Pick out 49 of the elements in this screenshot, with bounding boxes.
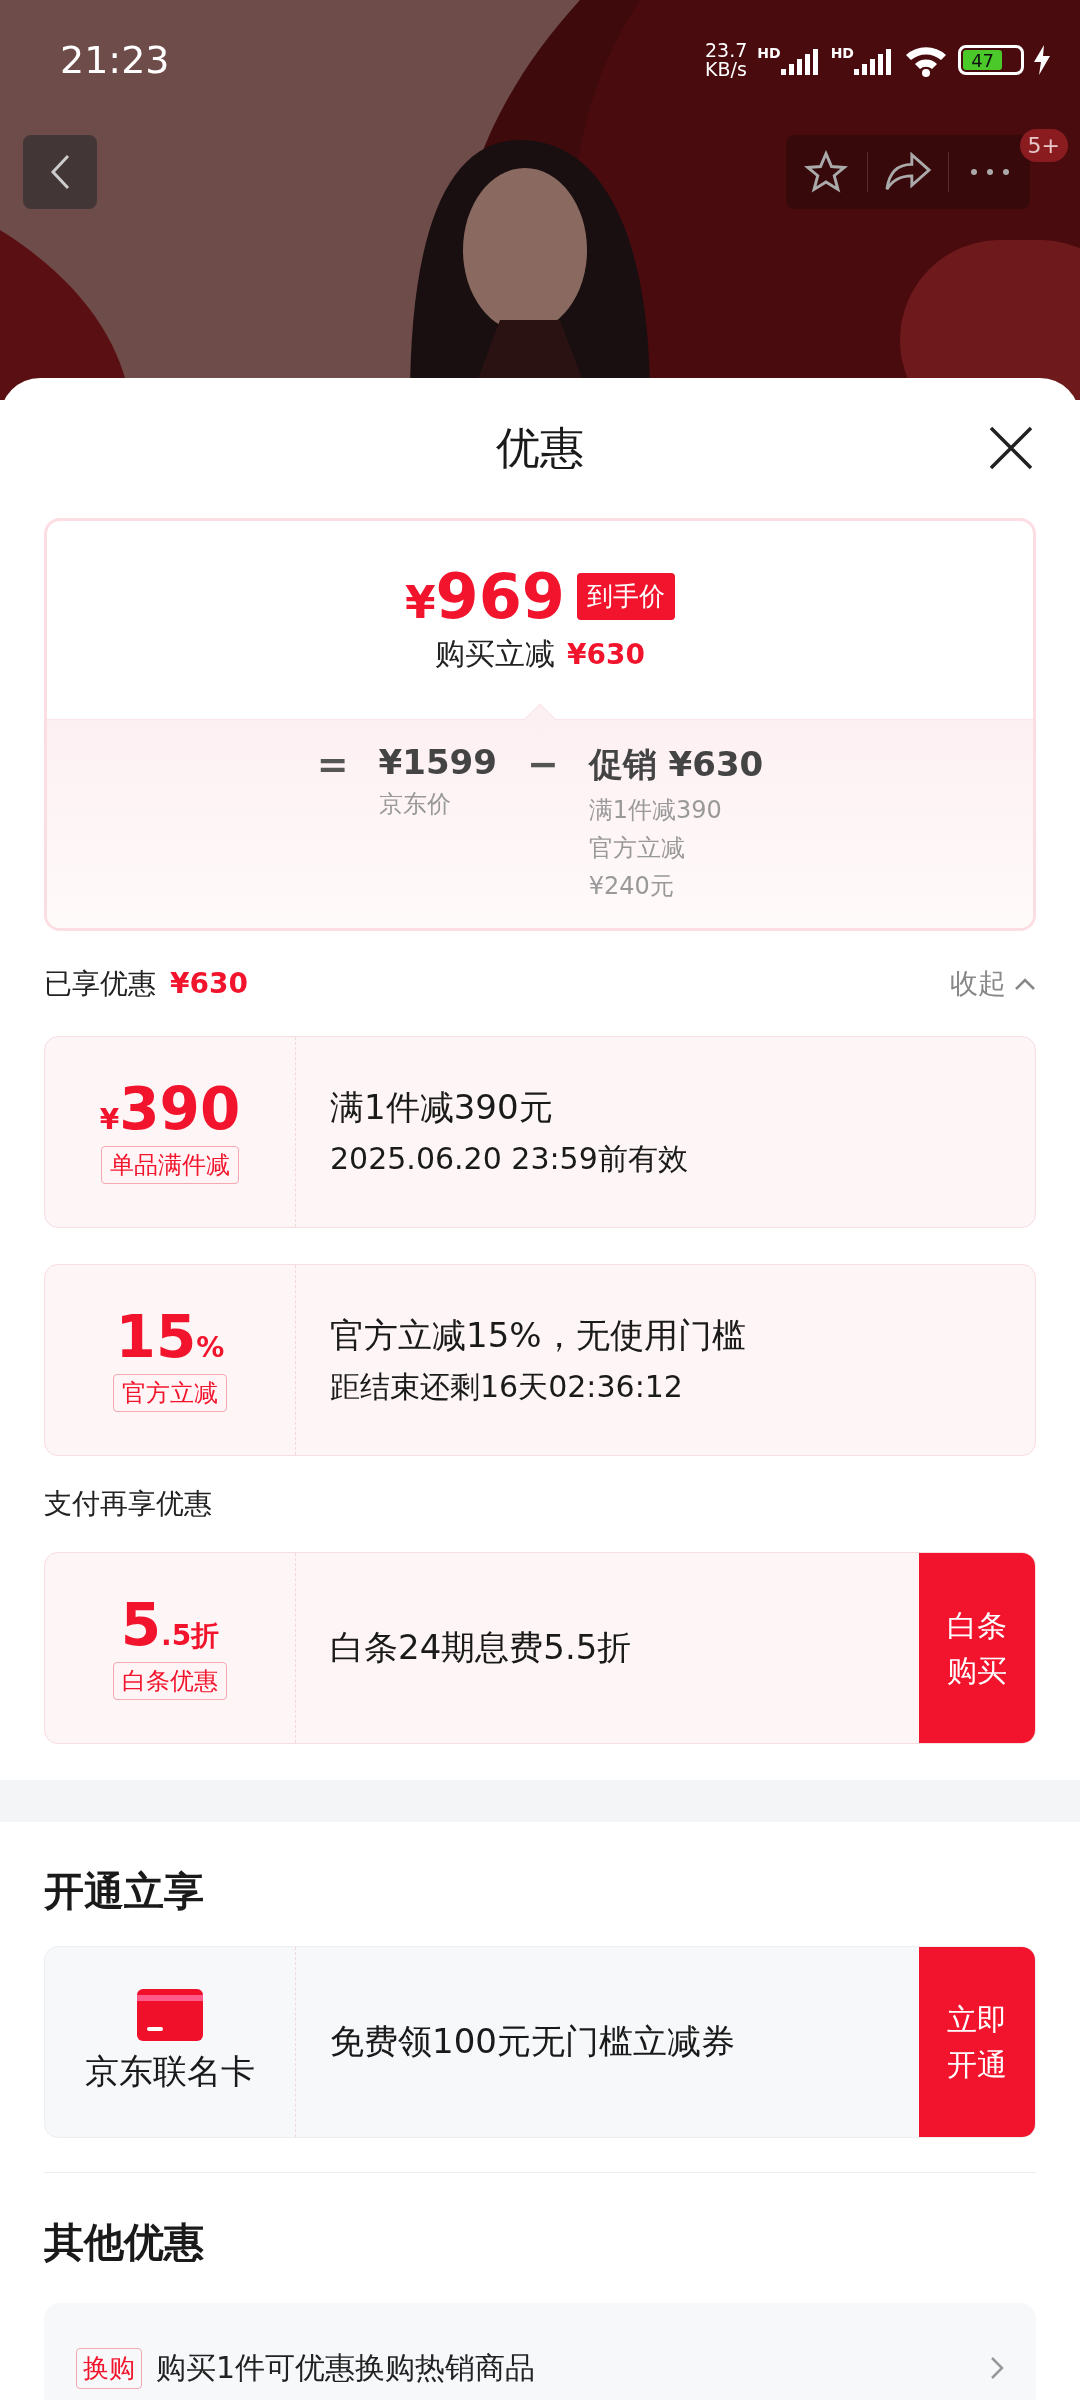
- enjoyed-label: 已享优惠: [44, 965, 156, 1002]
- minus-sign: −: [526, 742, 559, 788]
- section-heading: 其他优惠: [44, 2217, 204, 2267]
- final-price: ¥969: [404, 565, 565, 628]
- discount-amount: 15%: [115, 1308, 225, 1366]
- more-icon: [969, 168, 1010, 176]
- coupon-title: 白条24期息费5.5折: [330, 1626, 633, 1669]
- credit-card-icon: [137, 1989, 203, 2041]
- offer-text: 购买1件可优惠换购热销商品: [156, 2348, 537, 2387]
- coupon-type-tag: 官方立减: [113, 1374, 227, 1412]
- action-button[interactable]: 白条 购买: [919, 1553, 1035, 1743]
- offer-tag: 换购: [76, 2347, 142, 2389]
- card-name: 京东联名卡: [85, 2050, 255, 2093]
- action-button[interactable]: 立即 开通: [919, 1947, 1035, 2137]
- promo-detail: ¥240元: [588, 871, 675, 902]
- hd-label: HD: [830, 45, 854, 61]
- coupon-validity: 2025.06.20 23:59前有效: [330, 1139, 689, 1178]
- base-price: ¥1599: [378, 742, 497, 782]
- network-speed: 23.7 KB/s: [705, 41, 748, 79]
- discount-amount: ¥390: [99, 1080, 241, 1138]
- promo-detail: 满1件减390: [588, 795, 723, 826]
- coupon-type-tag: 白条优惠: [113, 1662, 227, 1700]
- offer-row[interactable]: 换购 购买1件可优惠换购热销商品: [44, 2303, 1036, 2400]
- collapse-toggle[interactable]: 收起: [950, 964, 1036, 1003]
- promo-total: 促销 ¥630: [588, 743, 764, 786]
- base-price-label: 京东价: [378, 789, 452, 820]
- share-icon: [885, 152, 931, 192]
- hd-label: HD: [757, 45, 781, 61]
- back-button[interactable]: [23, 135, 97, 209]
- discount-amount: 5.5折: [120, 1596, 220, 1654]
- chevron-right-icon: [990, 2356, 1004, 2380]
- coupon-title: 满1件减390元: [330, 1085, 554, 1129]
- promo-detail: 官方立减: [588, 833, 686, 864]
- equals-sign: =: [316, 742, 349, 788]
- battery-icon: 47: [958, 45, 1024, 75]
- coupon-title: 官方立减15%，无使用门槛: [330, 1313, 747, 1357]
- chevron-up-icon: [1014, 976, 1036, 991]
- saving-value: ¥630: [567, 637, 645, 671]
- coupon-type-tag: 单品满件减: [101, 1146, 239, 1184]
- enjoyed-value: ¥630: [170, 966, 248, 1000]
- section-heading: 开通立享: [44, 1866, 204, 1916]
- coupon-title: 免费领100元无门槛立减券: [330, 2020, 736, 2063]
- saving-label: 购买立减: [435, 634, 556, 673]
- price-tag: 到手价: [577, 573, 675, 620]
- sheet-title: 优惠: [496, 420, 584, 475]
- coupon-validity: 距结束还剩16天02:36:12: [330, 1367, 684, 1406]
- status-time: 21:23: [60, 38, 170, 82]
- section-label: 支付再享优惠: [44, 1486, 212, 1522]
- star-icon: [804, 150, 849, 194]
